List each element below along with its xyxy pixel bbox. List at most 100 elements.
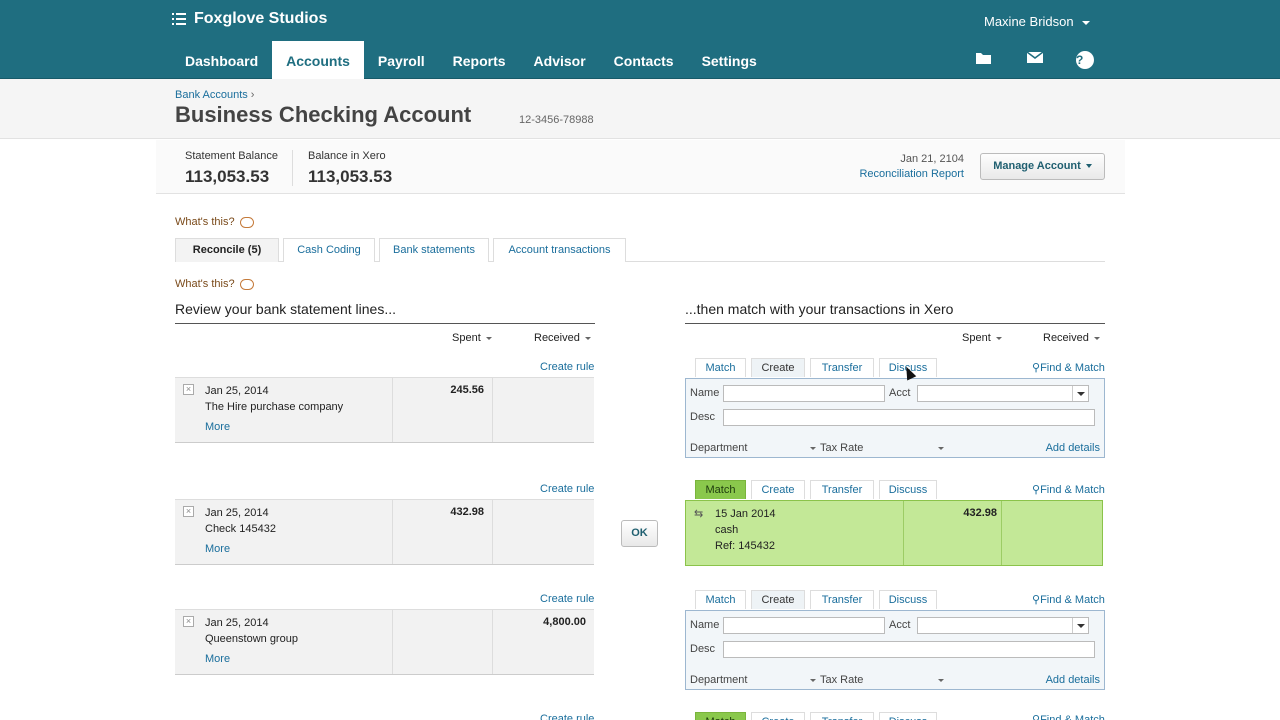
close-icon[interactable]: × [183,384,194,395]
search-icon: ⚲ [1032,484,1041,496]
tab-match[interactable]: Match [695,712,746,720]
mail-icon[interactable] [1025,51,1045,69]
right-spent-sort[interactable]: Spent [962,332,1002,344]
tab-create[interactable]: Create [751,712,805,720]
more-link[interactable]: More [205,653,230,665]
nav-contacts[interactable]: Contacts [600,41,688,79]
manage-account-button[interactable]: Manage Account [980,153,1105,180]
tab-match[interactable]: Match [695,358,746,377]
account-select[interactable] [917,385,1089,402]
tax-rate-select[interactable]: Tax Rate [820,674,944,686]
create-rule-link[interactable]: Create rule [540,361,594,373]
nav-payroll[interactable]: Payroll [364,41,439,79]
tax-rate-label: Tax Rate [820,442,864,454]
tab-match[interactable]: Match [695,480,746,499]
acct-label: Acct [889,387,911,399]
find-and-match-link[interactable]: ⚲Find & Match [1032,713,1105,720]
add-details-link[interactable]: Add details [1046,442,1100,454]
tab-transfer[interactable]: Transfer [810,590,874,609]
nav-dashboard[interactable]: Dashboard [171,41,272,79]
left-received-sort[interactable]: Received [534,332,591,344]
chevron-down-icon [995,336,1002,340]
statement-payee: Check 145432 [205,523,276,535]
match-date: 15 Jan 2014 [715,508,776,520]
tab-transfer[interactable]: Transfer [810,480,874,499]
whats-this-link[interactable]: What's this? [175,216,254,228]
chevron-down-icon [810,679,816,682]
department-select[interactable]: Department [690,442,816,454]
tab-bank-statements[interactable]: Bank statements [379,238,489,262]
nav-reports[interactable]: Reports [439,41,520,79]
folder-icon[interactable] [974,51,994,69]
main-nav: Dashboard Accounts Payroll Reports Advis… [171,41,771,79]
add-details-link[interactable]: Add details [1046,674,1100,686]
tab-discuss[interactable]: Discuss [879,712,937,720]
name-input[interactable] [723,617,885,634]
find-match-label: Find & Match [1040,714,1105,720]
create-rule-link[interactable]: Create rule [540,713,594,720]
tab-match[interactable]: Match [695,590,746,609]
user-menu[interactable]: Maxine Bridson [984,14,1090,29]
ok-button[interactable]: OK [621,520,658,547]
tab-discuss[interactable]: Discuss [879,480,937,499]
tab-transfer[interactable]: Transfer [810,712,874,720]
description-input[interactable] [723,641,1095,658]
whats-this-label: What's this? [175,216,235,228]
find-and-match-link[interactable]: ⚲Find & Match [1032,361,1105,374]
left-spent-sort[interactable]: Spent [452,332,492,344]
right-received-sort[interactable]: Received [1043,332,1100,344]
org-switcher[interactable]: Foxglove Studios [172,10,327,28]
statement-received: 4,800.00 [543,616,586,628]
tab-cash-coding[interactable]: Cash Coding [283,238,375,262]
create-rule-link[interactable]: Create rule [540,593,594,605]
statement-spent-cell: 432.98 [393,500,493,564]
search-icon: ⚲ [1032,362,1041,374]
reconciliation-report-link[interactable]: Reconciliation Report [859,168,964,180]
user-name: Maxine Bridson [984,14,1074,29]
find-and-match-link[interactable]: ⚲Find & Match [1032,483,1105,496]
find-match-label: Find & Match [1040,362,1105,374]
reconcile-tabs: Reconcile (5) Cash Coding Bank statement… [175,238,1105,262]
chevron-down-icon [938,447,944,450]
tab-transfer[interactable]: Transfer [810,358,874,377]
search-icon: ⚲ [1032,594,1041,606]
breadcrumb-bank-accounts[interactable]: Bank Accounts [175,89,248,101]
find-match-label: Find & Match [1040,484,1105,496]
tab-reconcile[interactable]: Reconcile (5) [175,238,279,262]
right-heading: ...then match with your transactions in … [685,301,954,317]
tab-create[interactable]: Create [751,590,805,609]
name-input[interactable] [723,385,885,402]
acct-label: Acct [889,619,911,631]
whats-this-label: What's this? [175,278,235,290]
tax-rate-select[interactable]: Tax Rate [820,442,944,454]
close-icon[interactable]: × [183,506,194,517]
desc-label: Desc [690,411,716,423]
statement-date: Jan 25, 2014 [205,617,269,629]
statement-spent-cell [393,610,493,674]
statement-details: × Jan 25, 2014 Queenstown group More [175,610,393,674]
nav-advisor[interactable]: Advisor [520,41,600,79]
divider [292,150,293,186]
statement-line: × Jan 25, 2014 The Hire purchase company… [175,377,594,443]
nav-accounts[interactable]: Accounts [272,41,364,79]
tab-discuss[interactable]: Discuss [879,590,937,609]
tab-create[interactable]: Create [751,480,805,499]
more-link[interactable]: More [205,421,230,433]
whats-this-link[interactable]: What's this? [175,278,254,290]
description-input[interactable] [723,409,1095,426]
account-select[interactable] [917,617,1089,634]
find-and-match-link[interactable]: ⚲Find & Match [1032,593,1105,606]
more-link[interactable]: More [205,543,230,555]
nav-settings[interactable]: Settings [688,41,771,79]
tab-account-transactions[interactable]: Account transactions [493,238,626,262]
breadcrumb: Bank Accounts › [175,89,254,101]
xero-balance-label: Balance in Xero [308,150,386,162]
statement-balance-value: 113,053.53 [185,167,270,186]
department-select[interactable]: Department [690,674,816,686]
create-rule-link[interactable]: Create rule [540,483,594,495]
tab-create[interactable]: Create [751,358,805,377]
statement-payee: The Hire purchase company [205,401,344,413]
help-icon[interactable]: ? [1076,51,1094,69]
matched-transaction[interactable]: ⇆ 15 Jan 2014 cash Ref: 145432 432.98 [685,500,1103,566]
close-icon[interactable]: × [183,616,194,627]
